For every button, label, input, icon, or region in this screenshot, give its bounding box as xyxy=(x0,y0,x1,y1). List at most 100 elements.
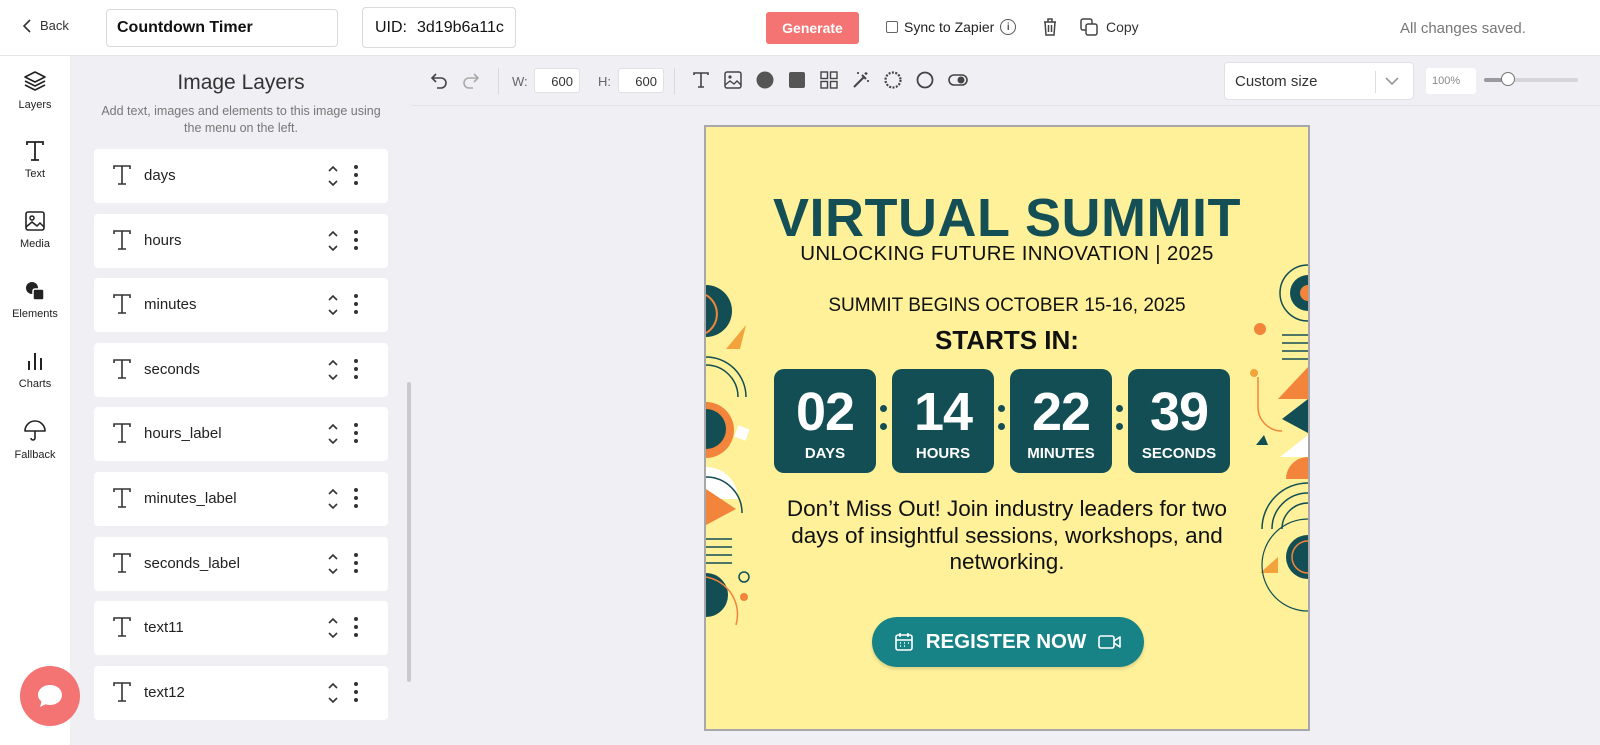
countdown-value: 02 xyxy=(795,382,855,442)
poster-body-text: Don’t Miss Out! Join industry leaders fo… xyxy=(786,496,1228,574)
layer-row[interactable]: hours xyxy=(94,213,388,268)
countdown-days: 02 DAYS xyxy=(774,369,876,473)
zoom-level[interactable]: 100% xyxy=(1426,68,1476,94)
layer-name: seconds_label xyxy=(144,554,240,572)
layer-row[interactable]: minutes_label xyxy=(94,472,388,526)
register-label: REGISTER NOW xyxy=(925,630,1087,653)
add-image-icon[interactable] xyxy=(724,71,742,89)
poster-date-line: SUMMIT BEGINS OCTOBER 15-16, 2025 xyxy=(828,295,1186,316)
document-title-input[interactable]: Countdown Timer xyxy=(106,9,338,47)
uid-label: UID: xyxy=(375,19,407,36)
countdown-hours: 14 HOURS xyxy=(892,369,994,473)
more-options-icon[interactable] xyxy=(354,617,358,638)
poster-title: VIRTUAL SUMMIT xyxy=(773,188,1241,248)
save-status: All changes saved. xyxy=(1400,20,1526,37)
undo-icon[interactable] xyxy=(430,71,448,89)
toolbar-divider xyxy=(498,68,499,94)
panel-scrollbar[interactable] xyxy=(407,382,411,682)
more-options-icon[interactable] xyxy=(354,358,358,379)
sync-checkbox[interactable] xyxy=(886,21,898,33)
nav-label: Text xyxy=(24,168,46,180)
layer-name: seconds xyxy=(144,360,200,378)
back-button[interactable]: Back xyxy=(22,18,69,33)
text-layer-icon xyxy=(113,488,131,508)
register-now-button[interactable]: REGISTER NOW xyxy=(872,617,1144,667)
reorder-arrows-icon[interactable] xyxy=(326,227,340,255)
countdown-label: SECONDS xyxy=(1141,445,1217,462)
more-options-icon[interactable] xyxy=(354,294,358,315)
text-layer-icon xyxy=(113,229,131,250)
countdown-value: 14 xyxy=(913,382,973,442)
video-camera-icon xyxy=(1098,635,1122,649)
countdown-label: DAYS xyxy=(804,445,846,462)
more-options-icon[interactable] xyxy=(354,488,358,508)
reorder-arrows-icon[interactable] xyxy=(326,614,340,642)
layer-row[interactable]: hours_label xyxy=(94,407,388,462)
layer-row[interactable]: text11 xyxy=(94,601,388,656)
add-text-icon[interactable] xyxy=(692,71,710,89)
circle-shape-icon[interactable] xyxy=(756,71,774,89)
nav-layers[interactable]: Layers xyxy=(0,56,70,124)
info-icon[interactable]: i xyxy=(1000,19,1017,35)
more-options-icon[interactable] xyxy=(354,681,358,702)
generate-button[interactable]: Generate xyxy=(766,12,859,44)
layer-row[interactable]: minutes xyxy=(94,278,388,333)
magic-wand-icon[interactable] xyxy=(852,71,870,89)
chat-button[interactable] xyxy=(20,666,80,726)
redo-icon[interactable] xyxy=(462,71,480,89)
layer-name: hours_label xyxy=(144,425,222,443)
uid-field[interactable]: UID: 3d19b6a11c xyxy=(362,7,516,48)
nav-label: Fallback xyxy=(14,449,56,461)
reorder-arrows-icon[interactable] xyxy=(326,550,340,578)
image-icon xyxy=(25,211,45,231)
sync-zapier[interactable]: Sync to Zapier i xyxy=(886,19,1017,35)
reorder-arrows-icon[interactable] xyxy=(326,679,340,707)
reorder-arrows-icon[interactable] xyxy=(326,420,340,448)
nav-text[interactable]: Text xyxy=(0,126,70,194)
chat-bubble-icon xyxy=(38,685,62,707)
countdown-label: HOURS xyxy=(915,445,971,462)
nav-charts[interactable]: Charts xyxy=(0,336,70,404)
zoom-slider[interactable] xyxy=(1484,72,1578,86)
nav-fallback[interactable]: Fallback xyxy=(0,406,70,474)
width-input[interactable]: 600 xyxy=(534,68,580,93)
height-input[interactable]: 600 xyxy=(618,68,664,93)
zoom-slider-knob[interactable] xyxy=(1500,72,1515,86)
layer-name: hours xyxy=(144,231,182,249)
trash-icon[interactable] xyxy=(1042,17,1058,37)
layer-row[interactable]: seconds_label xyxy=(94,536,388,591)
more-options-icon[interactable] xyxy=(354,423,358,444)
layer-row[interactable]: seconds xyxy=(94,342,388,397)
top-bar: Back Countdown Timer UID: 3d19b6a11c Gen… xyxy=(0,0,1600,56)
square-shape-icon[interactable] xyxy=(788,71,806,89)
reorder-arrows-icon[interactable] xyxy=(326,291,340,319)
nav-label: Charts xyxy=(18,378,52,390)
poster-subtitle: UNLOCKING FUTURE INNOVATION | 2025 xyxy=(800,242,1214,265)
countdown-value: 39 xyxy=(1149,382,1209,442)
countdown-separator xyxy=(998,399,1006,439)
toggle-icon[interactable] xyxy=(948,71,968,89)
ring-icon[interactable] xyxy=(916,71,934,89)
layer-row[interactable]: text12 xyxy=(94,665,388,720)
reorder-arrows-icon[interactable] xyxy=(326,356,340,384)
copy-icon xyxy=(1080,18,1098,36)
layer-row[interactable]: days xyxy=(94,149,388,203)
nav-media[interactable]: Media xyxy=(0,196,70,264)
more-options-icon[interactable] xyxy=(354,552,358,573)
copy-button[interactable]: Copy xyxy=(1080,18,1139,36)
panel-subtitle: Add text, images and elements to this im… xyxy=(101,104,381,135)
shapes-icon xyxy=(26,282,45,301)
dashed-circle-icon[interactable] xyxy=(884,71,902,89)
poster-canvas[interactable]: VIRTUAL SUMMIT UNLOCKING FUTURE INNOVATI… xyxy=(704,125,1310,731)
reorder-arrows-icon[interactable] xyxy=(326,485,340,513)
more-options-icon[interactable] xyxy=(354,165,358,185)
grid-icon[interactable] xyxy=(820,71,838,89)
reorder-arrows-icon[interactable] xyxy=(326,162,340,190)
countdown-separator xyxy=(880,399,888,439)
more-options-icon[interactable] xyxy=(354,229,358,250)
bar-chart-icon xyxy=(28,353,42,370)
nav-elements[interactable]: Elements xyxy=(0,266,70,334)
size-select[interactable]: Custom size xyxy=(1224,62,1414,100)
countdown-label: MINUTES xyxy=(1027,445,1095,462)
copy-label: Copy xyxy=(1106,19,1139,35)
